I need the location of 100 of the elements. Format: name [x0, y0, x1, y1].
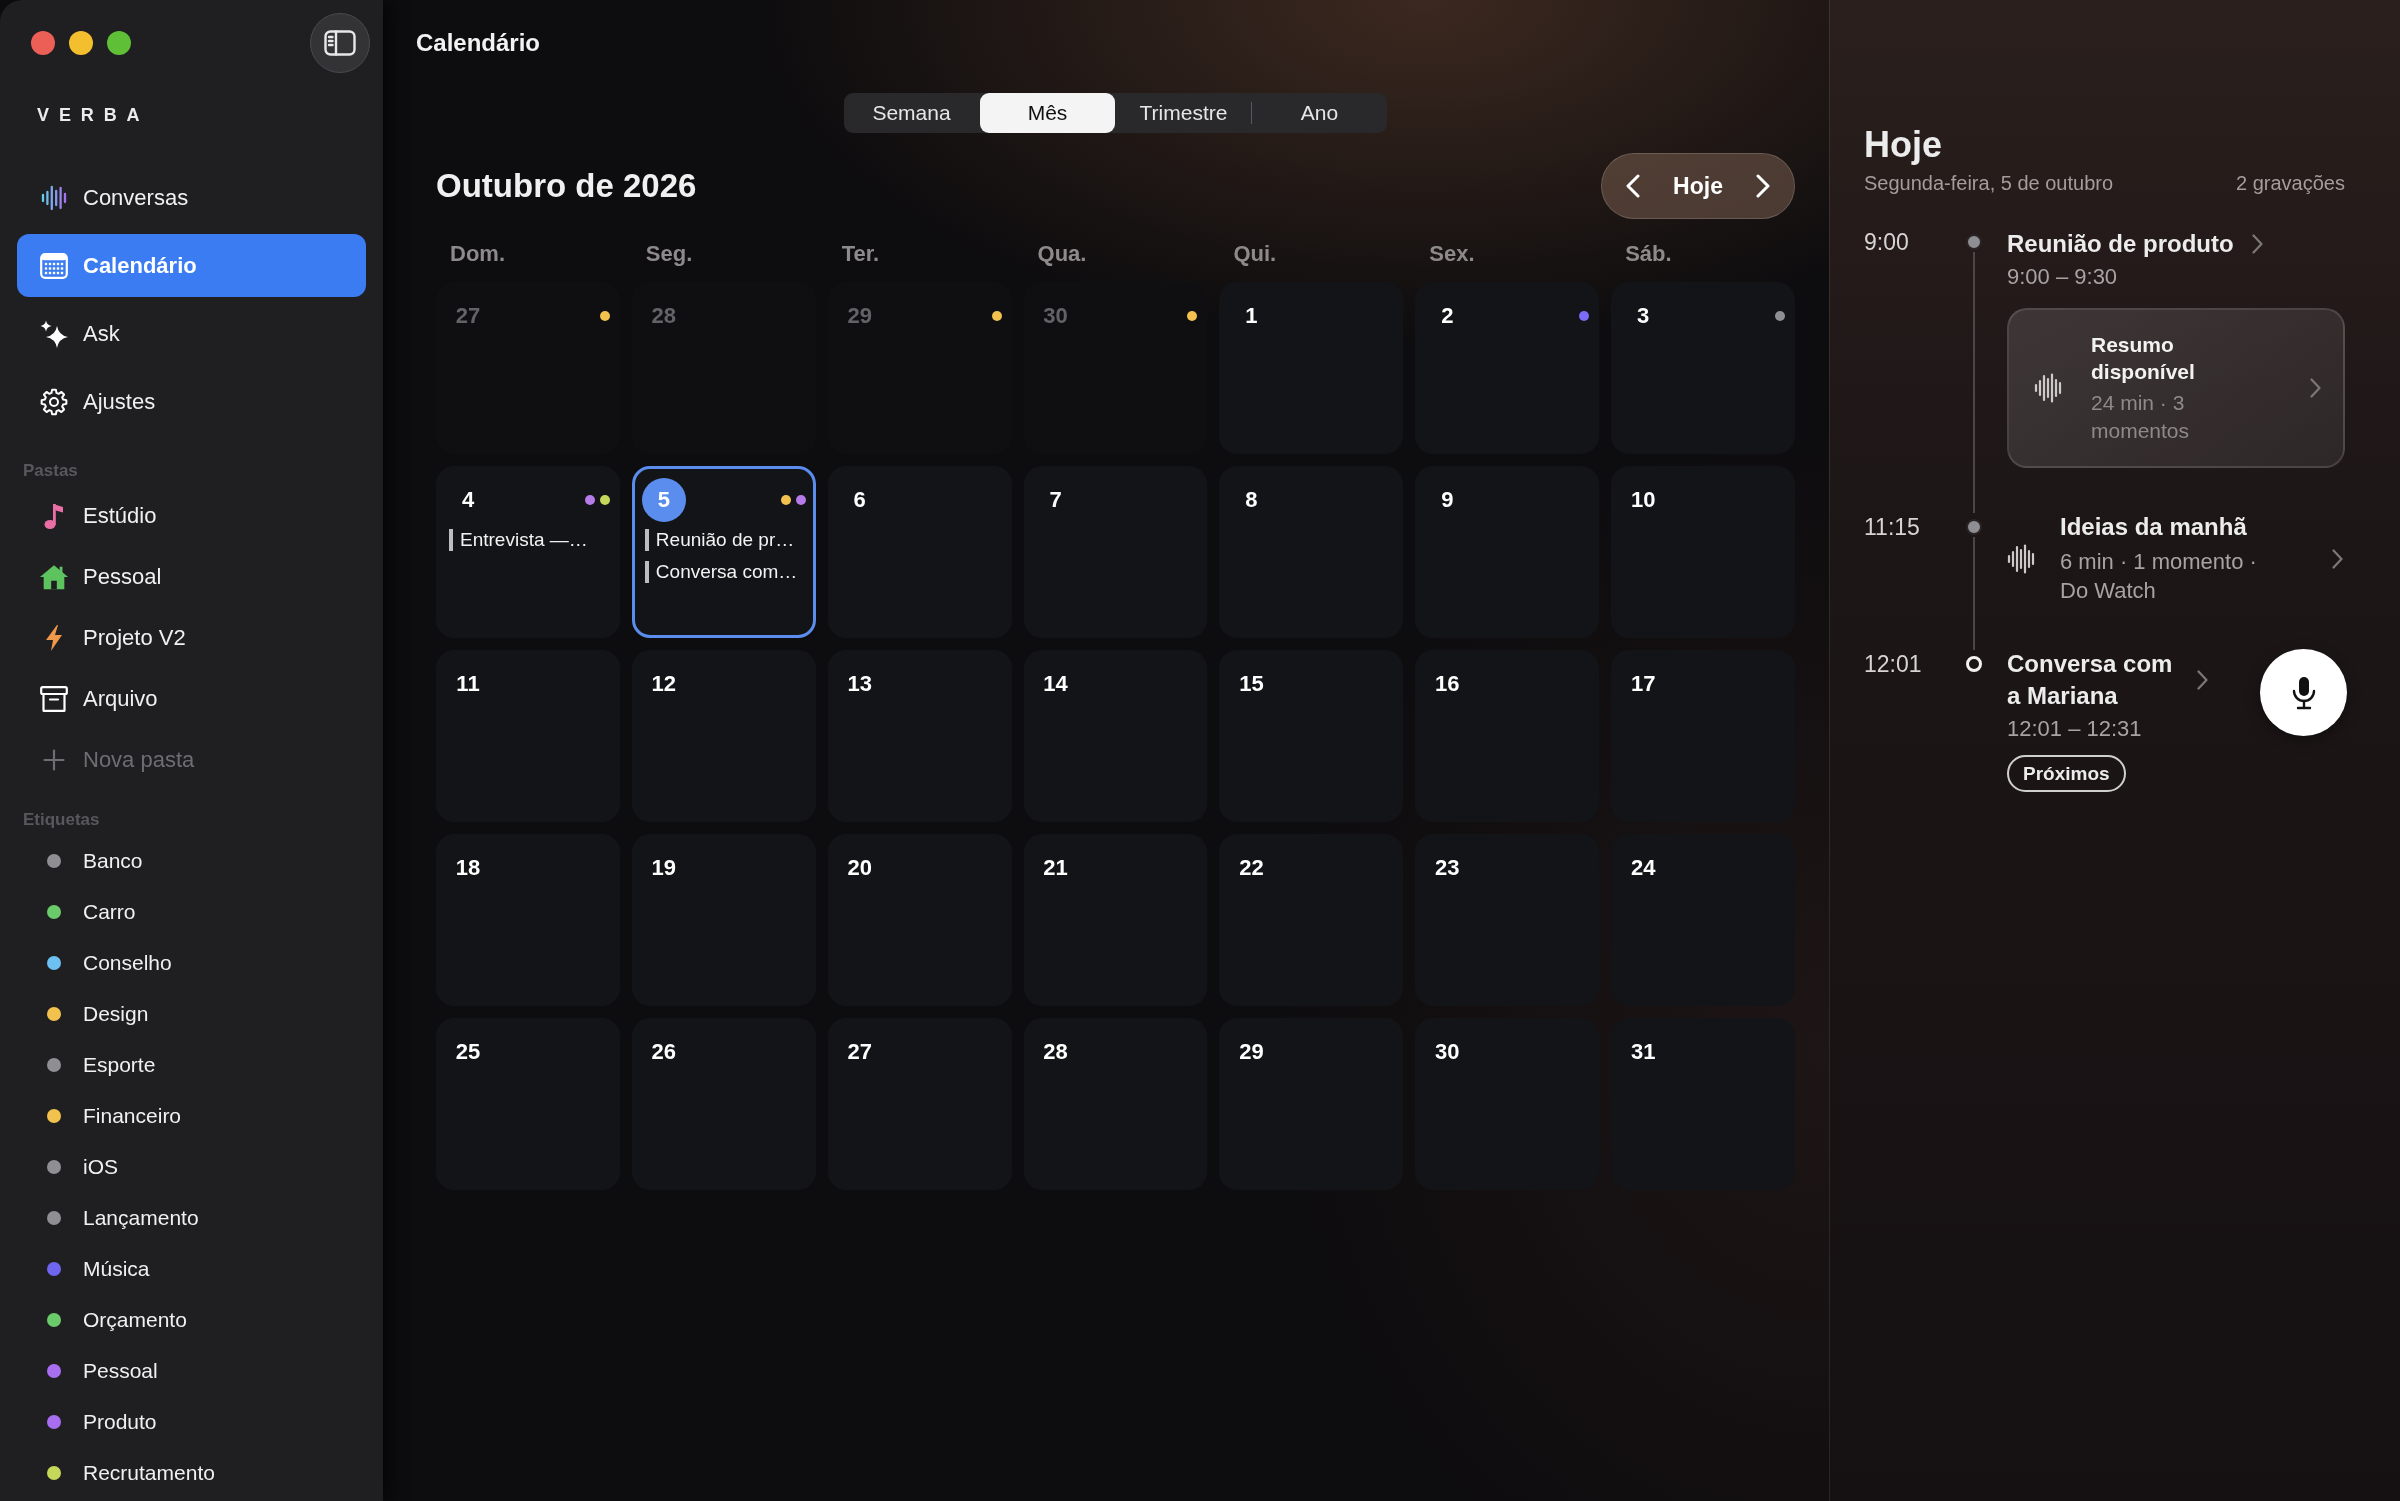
day-cell[interactable]: 17	[1611, 650, 1795, 822]
entry-time: 11:15	[1864, 513, 1920, 541]
folder-item[interactable]: Estúdio	[17, 486, 366, 546]
chevron-right-icon[interactable]	[2197, 670, 2208, 690]
waveform-icon	[2034, 373, 2064, 403]
tag-item[interactable]: Carro	[17, 886, 366, 937]
view-tab[interactable]: Semana	[844, 93, 979, 133]
day-cell[interactable]: 20	[827, 834, 1012, 1006]
weekday-label: Qui.	[1232, 242, 1277, 266]
time-range: 9:00 – 9:30	[2007, 263, 2118, 291]
chevron-left-icon[interactable]	[1626, 174, 1640, 198]
tag-item[interactable]: Recrutamento	[17, 1447, 366, 1498]
close-window-icon[interactable]	[31, 31, 55, 55]
time-range: 12:01 – 12:31	[2007, 715, 2142, 743]
waveform-icon	[41, 184, 67, 211]
view-tab[interactable]: Trimestre	[1116, 93, 1251, 133]
tag-item[interactable]: Música	[17, 1243, 366, 1294]
day-cell[interactable]: 25	[436, 1018, 620, 1190]
plus-icon	[43, 749, 65, 771]
day-cell[interactable]: 28	[1023, 1018, 1208, 1190]
day-cell[interactable]: 16	[1415, 650, 1600, 822]
day-cell[interactable]: 29	[1219, 1018, 1404, 1190]
tag-item[interactable]: Banco	[17, 835, 366, 886]
day-number: 27	[455, 303, 481, 329]
day-cell[interactable]: 10	[1611, 466, 1795, 638]
day-number: 7	[1049, 487, 1062, 513]
day-number: 9	[1441, 487, 1454, 513]
calendar-icon	[40, 252, 68, 279]
tag-item[interactable]: iOS	[17, 1141, 366, 1192]
day-number: 13	[847, 671, 872, 697]
day-cell[interactable]: 22	[1219, 834, 1404, 1006]
folder-item[interactable]: Arquivo	[17, 669, 366, 729]
entry-time: 9:00	[1864, 228, 1909, 256]
day-cell[interactable]: 3	[1611, 282, 1795, 454]
day-number: 14	[1043, 671, 1068, 697]
tag-item[interactable]: Pessoal	[17, 1345, 366, 1396]
day-number: 1	[1245, 303, 1258, 329]
day-cell[interactable]: 8	[1219, 466, 1404, 638]
day-number: 21	[1043, 855, 1068, 881]
view-tab[interactable]: Mês	[980, 93, 1115, 133]
tag-item[interactable]: Financeiro	[17, 1090, 366, 1141]
nav-item[interactable]: Conversas	[17, 166, 366, 229]
day-cell[interactable]: 15	[1219, 650, 1404, 822]
recording-count: 2 gravações	[2236, 171, 2345, 195]
month-title: Outubro de 2026	[436, 167, 697, 205]
zoom-window-icon[interactable]	[107, 31, 131, 55]
entry-title: Reunião de produto	[2007, 229, 2234, 259]
day-cell[interactable]: 2	[1415, 282, 1600, 454]
tag-item[interactable]: Orçamento	[17, 1294, 366, 1345]
day-number: 18	[455, 855, 481, 881]
day-cell[interactable]: 24	[1611, 834, 1795, 1006]
nav-item[interactable]: Ask	[17, 302, 366, 365]
view-tab[interactable]: Ano	[1252, 93, 1387, 133]
nav-item[interactable]: Calendário	[17, 234, 366, 297]
day-cell[interactable]: 26	[631, 1018, 816, 1190]
folder-item[interactable]: Projeto V2	[17, 608, 366, 668]
house-icon	[39, 563, 69, 591]
day-cell[interactable]: 30	[1415, 1018, 1600, 1190]
day-cell[interactable]: 21	[1023, 834, 1208, 1006]
entry-time: 12:01	[1864, 650, 1922, 678]
day-number: 12	[651, 671, 677, 697]
tag-item[interactable]: Produto	[17, 1396, 366, 1447]
today-button[interactable]: Hoje	[1673, 172, 1723, 200]
tag-item[interactable]: Design	[17, 988, 366, 1039]
archive-box-icon	[40, 686, 68, 712]
day-cell[interactable]: 9	[1415, 466, 1600, 638]
chevron-right-icon[interactable]	[2332, 549, 2343, 569]
day-number: 8	[1245, 487, 1258, 513]
day-cell[interactable]: 12	[631, 650, 816, 822]
weekday-label: Qua.	[1036, 242, 1087, 266]
day-cell[interactable]: 14	[1023, 650, 1208, 822]
tag-item[interactable]: Conselho	[17, 937, 366, 988]
event-item[interactable]: Entrevista —…	[449, 529, 588, 551]
day-cell[interactable]: 7	[1023, 466, 1208, 638]
summary-card[interactable]: Resumo disponível 24 min · 3 momentos	[2007, 308, 2345, 468]
microphone-icon	[2290, 675, 2317, 710]
day-cell[interactable]: 18	[436, 834, 620, 1006]
day-cell[interactable]: 4 Entrevista —…	[436, 466, 620, 638]
waveform-icon	[2007, 544, 2037, 574]
day-cell[interactable]: 1	[1219, 282, 1404, 454]
minimize-window-icon[interactable]	[69, 31, 93, 55]
day-cell[interactable]: 31	[1611, 1018, 1795, 1190]
day-number: 4	[461, 487, 475, 513]
event-item[interactable]: Conversa com…	[644, 561, 798, 583]
day-cell[interactable]: 5 Reunião de pr… Conversa com…	[631, 466, 816, 638]
day-number: 27	[847, 1039, 872, 1065]
day-cell[interactable]: 13	[827, 650, 1012, 822]
day-cell[interactable]: 27	[827, 1018, 1012, 1190]
day-cell[interactable]: 23	[1415, 834, 1600, 1006]
day-cell[interactable]: 6	[827, 466, 1012, 638]
settings-icon	[40, 387, 68, 416]
tag-item[interactable]: Lançamento	[17, 1192, 366, 1243]
day-number: 2	[1441, 303, 1454, 329]
day-cell[interactable]: 19	[631, 834, 816, 1006]
event-item[interactable]: Reunião de pr…	[644, 529, 795, 551]
tag-item[interactable]: Esporte	[17, 1039, 366, 1090]
day-cell[interactable]: 11	[436, 650, 620, 822]
nav-item[interactable]: Ajustes	[17, 370, 366, 433]
folder-item[interactable]: Pessoal	[17, 547, 366, 607]
section-label: Pastas	[23, 461, 78, 481]
